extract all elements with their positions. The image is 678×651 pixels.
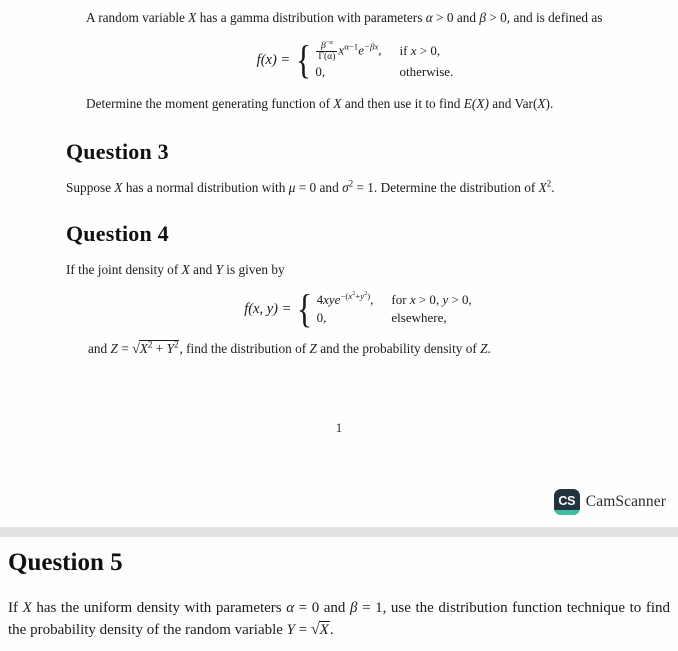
followup-mid: and then use it to find (341, 96, 464, 112)
scanned-page-1: A random variable X has a gamma distribu… (0, 0, 678, 527)
expectation-expression: E(X) (463, 96, 489, 112)
joint-case-1-value: 4xye−(x2+y2), (316, 290, 374, 308)
square-root-expression: √X2 + Y2 (132, 339, 180, 359)
q4-closing-eq: = (117, 341, 133, 357)
radicand-x: X (139, 341, 148, 357)
q5-variable-y: Y (286, 622, 296, 638)
joint-case-brace-icon: { (297, 285, 313, 331)
page-separator (0, 527, 678, 537)
question-5-body: If X has the uniform density with parame… (8, 597, 670, 641)
q5-square-root-expression: √X (311, 619, 330, 641)
fraction-numerator: β−α (316, 38, 337, 51)
gamma-followup-paragraph: Determine the moment generating function… (66, 94, 614, 113)
q5-period: . (329, 622, 334, 638)
question-5-heading: Question 5 (8, 549, 123, 576)
question-3-body: Suppose X has a normal distribution with… (66, 178, 614, 197)
camscanner-brand-text: CamScanner (585, 493, 666, 510)
camscanner-accent-strip (553, 510, 580, 515)
q3-x-squared-base: X (538, 180, 547, 196)
camscanner-logo-icon: CS (553, 489, 580, 515)
q4-variable-y: Y (215, 262, 223, 278)
page-2-content: Question 5 If X has the uniform density … (8, 537, 670, 641)
gamma-case-1-condition: if x > 0, (399, 42, 441, 58)
e-exponent: −βx (364, 41, 379, 52)
question-4-heading: Question 4 (66, 221, 169, 247)
q5-alpha-symbol: α (286, 600, 295, 616)
gamma-intro-gt2: > 0, and is defined as (486, 10, 603, 25)
case-brace-icon: { (296, 37, 312, 83)
gamma-cases: β−α Γ(α) xα−1e−βx, if x > 0, 0, otherwis… (315, 38, 454, 80)
followup-pre: Determine the moment generating function… (86, 96, 334, 112)
joint-case-2-value: 0, (316, 310, 327, 326)
joint-exponent: −(x2+y2) (340, 290, 371, 301)
gamma-case-2-value: 0, (315, 64, 326, 80)
alpha-symbol: α (425, 10, 433, 25)
q4-variable-z: Z (110, 341, 118, 357)
q3-period: . (551, 180, 555, 196)
q4-closing-end: and the probability density of (316, 341, 481, 357)
q4-intro-pre: If the joint density of (66, 262, 182, 278)
gamma-intro-mid: has a gamma distribution with parameters (196, 10, 426, 25)
q4-variable-z-3: Z (480, 341, 488, 357)
x-exponent: α−1 (344, 41, 359, 52)
q4-closing-period: . (487, 341, 491, 357)
beta-gamma-fraction: β−α Γ(α) (316, 38, 338, 62)
question-4-intro: If the joint density of X and Y is given… (66, 260, 614, 279)
gamma-intro-gt1: > 0 and (432, 10, 480, 25)
q4-variable-z-2: Z (309, 341, 317, 357)
q4-intro-end: is given by (222, 262, 285, 278)
followup-period: . (549, 96, 554, 112)
scanned-page-2: Question 5 If X has the uniform density … (0, 537, 678, 651)
q5-radicand: X (318, 621, 330, 638)
gamma-density-equation: f(x) = { β−α Γ(α) xα−1e−βx, if x > 0, 0,… (96, 37, 614, 83)
joint-equation-lhs: f(x, y) = (244, 300, 292, 317)
q3-variable-x: X (114, 180, 123, 196)
numerator-exponent: −α (325, 38, 333, 46)
q3-mu-eq: = 0 and (295, 180, 343, 196)
joint-comma: , (370, 292, 374, 308)
fraction-denominator: Γ(α) (316, 50, 338, 62)
followup-and: and (488, 96, 515, 112)
question-4-closing: and Z = √X2 + Y2, find the distribution … (88, 339, 614, 359)
q3-pre: Suppose (66, 180, 115, 196)
q5-radicand-x: X (319, 622, 329, 638)
gamma-equation-lhs: f(x) = (256, 52, 291, 69)
page-number: 1 (335, 420, 343, 435)
page-1-content: A random variable X has a gamma distribu… (66, 0, 614, 359)
q5-y-eq: = (295, 622, 311, 638)
radicand-plus: + (152, 341, 167, 357)
radicand: X2 + Y2 (138, 339, 180, 357)
question-3-heading: Question 3 (66, 139, 169, 165)
q4-variable-x: X (181, 262, 190, 278)
q3-mid: has a normal distribution with (122, 180, 289, 196)
q5-variable-x: X (22, 600, 32, 616)
q3-sigma-eq: = 1. Determine the distribution of (353, 180, 539, 196)
variance-expression: Var(X) (514, 96, 550, 112)
radicand-y-exponent: 2 (173, 339, 179, 350)
q5-beta-symbol: β (350, 600, 358, 616)
joint-case-2-condition: elsewhere, (391, 310, 447, 326)
q5-alpha-eq: = 0 and (294, 600, 351, 616)
radicand-y: Y (166, 341, 174, 357)
camscanner-badge-text: CS (558, 494, 576, 508)
joint-case-1-condition: for x > 0, y > 0, (391, 292, 472, 308)
q4-closing-pre: and (88, 341, 111, 357)
joint-coefficient: 4xye (316, 292, 341, 308)
camscanner-watermark: CS CamScanner (553, 489, 666, 515)
gamma-intro-pre: A random variable (86, 10, 189, 25)
q5-pre: If (8, 600, 23, 616)
followup-variable-x: X (333, 96, 342, 112)
gamma-intro-paragraph: A random variable X has a gamma distribu… (66, 8, 614, 27)
beta-symbol: β (479, 10, 486, 25)
q4-closing-post: , find the distribution of (179, 341, 310, 357)
gamma-case-2-condition: otherwise. (399, 64, 454, 80)
joint-density-equation: f(x, y) = { 4xye−(x2+y2), for x > 0, y >… (102, 285, 614, 331)
gamma-case-1-value: β−α Γ(α) xα−1e−βx, (316, 38, 382, 62)
q4-intro-mid: and (189, 262, 216, 278)
q5-p1: has the uniform density with parameters (31, 600, 287, 616)
joint-cases: 4xye−(x2+y2), for x > 0, y > 0, 0, elsew… (316, 290, 472, 326)
